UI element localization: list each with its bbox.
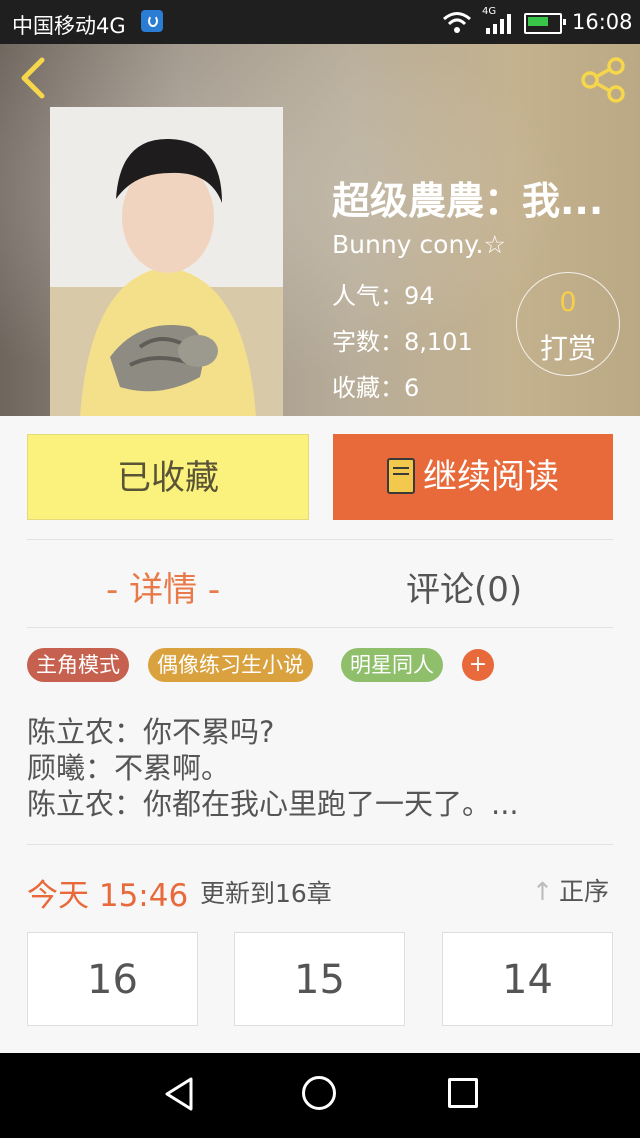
clock: 16:08 (572, 10, 633, 34)
summary-line: 陈立农：你不累吗? (27, 715, 275, 749)
wifi-icon (443, 12, 471, 33)
sort-order-label: 正序 (558, 877, 609, 906)
continue-reading-label: 继续阅读 (423, 457, 559, 497)
tab-comments[interactable]: 评论(0) (406, 562, 522, 611)
book-header: 超级農農：我... Bunny cony.☆ 人气：94 字数：8,101 收藏… (0, 44, 640, 416)
add-tag-button[interactable]: + (462, 649, 494, 681)
tab-details[interactable]: - 详情 - (106, 562, 220, 611)
share-icon[interactable] (580, 56, 628, 104)
tag-item[interactable]: 明星同人 (341, 648, 443, 682)
book-title: 超级農農：我... (332, 179, 604, 223)
favorites-stat: 收藏：6 (332, 368, 419, 403)
tag-item[interactable]: 偶像练习生小说 (148, 648, 313, 682)
divider (27, 627, 613, 628)
chapter-button[interactable]: 15 (234, 932, 405, 1026)
system-nav-bar (0, 1053, 640, 1138)
reward-button[interactable]: 0 打赏 (516, 272, 620, 376)
update-status: 更新到16章 (200, 879, 332, 908)
word-count-label: 字数： (332, 328, 404, 356)
battery-icon (524, 13, 566, 34)
summary-line: 陈立农：你都在我心里跑了一天了。... (27, 787, 519, 821)
collected-label: 已收藏 (117, 458, 219, 498)
chapter-button[interactable]: 14 (442, 932, 613, 1026)
author-name[interactable]: Bunny cony.☆ (332, 230, 506, 259)
word-count-stat: 字数：8,101 (332, 322, 473, 357)
book-icon (387, 458, 415, 494)
reward-count: 0 (559, 287, 577, 318)
popularity-stat: 人气：94 (332, 276, 435, 311)
signal-icon (486, 14, 511, 34)
recent-square-icon[interactable] (448, 1078, 478, 1108)
summary-line: 顾曦：不累啊。 (27, 751, 231, 785)
popularity-value: 94 (404, 282, 435, 310)
tag-item[interactable]: 主角模式 (27, 648, 129, 682)
back-triangle-icon[interactable] (163, 1076, 195, 1112)
collected-button[interactable]: 已收藏 (27, 434, 309, 520)
sort-order-button[interactable]: ↑ 正序 (532, 872, 609, 908)
divider (27, 539, 613, 540)
continue-reading-button[interactable]: 继续阅读 (333, 434, 613, 520)
home-circle-icon[interactable] (302, 1076, 336, 1110)
chevron-left-icon[interactable] (14, 56, 54, 100)
favorites-value: 6 (404, 374, 420, 402)
notification-icon (141, 10, 163, 32)
book-cover-image[interactable] (50, 107, 283, 416)
word-count-value: 8,101 (404, 328, 473, 356)
reward-label: 打赏 (539, 332, 596, 365)
arrow-up-icon: ↑ (532, 877, 553, 906)
carrier-label: 中国移动4G (12, 14, 126, 38)
favorites-label: 收藏： (332, 374, 404, 402)
divider (27, 844, 613, 845)
popularity-label: 人气： (332, 282, 404, 310)
status-bar: 中国移动4G 4G 16:08 (0, 0, 640, 44)
update-time: 今天 15:46 (27, 878, 189, 914)
chapter-button[interactable]: 16 (27, 932, 198, 1026)
book-summary[interactable]: 陈立农：你不累吗? 顾曦：不累啊。 陈立农：你都在我心里跑了一天了。... (27, 714, 617, 822)
